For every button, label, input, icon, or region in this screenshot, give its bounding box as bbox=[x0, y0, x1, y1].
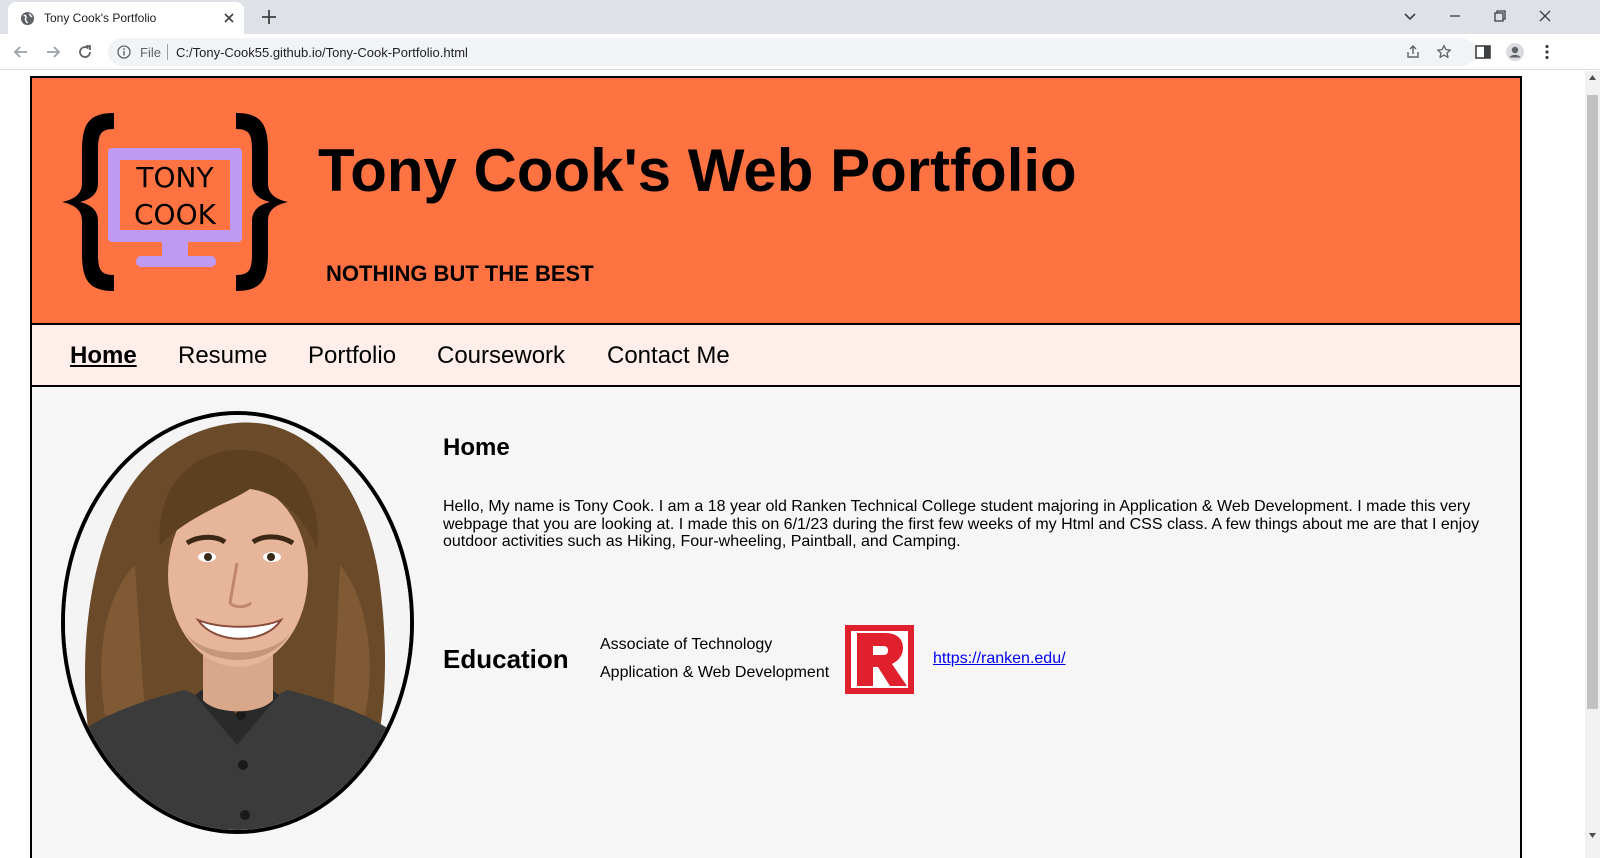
nav-contact-me[interactable]: Contact Me bbox=[607, 342, 730, 370]
site-logo: TONY COOK bbox=[62, 113, 288, 291]
url-text[interactable]: C:/Tony-Cook55.github.io/Tony-Cook-Portf… bbox=[176, 45, 468, 60]
bookmark-star-icon[interactable] bbox=[1436, 44, 1452, 60]
site-info-icon[interactable] bbox=[117, 45, 131, 59]
scrollbar-thumb[interactable] bbox=[1587, 95, 1598, 709]
address-bar[interactable]: File C:/Tony-Cook55.github.io/Tony-Cook-… bbox=[108, 38, 1476, 66]
side-panel-icon[interactable] bbox=[1473, 42, 1493, 62]
home-heading: Home bbox=[443, 434, 510, 461]
main-nav: Home Resume Portfolio Coursework Contact… bbox=[32, 325, 1520, 387]
back-icon[interactable] bbox=[11, 42, 31, 62]
page-container: TONY COOK Tony Cook's Web Portfolio NOTH… bbox=[30, 76, 1522, 858]
scroll-down-arrow-icon[interactable] bbox=[1589, 833, 1596, 838]
minimize-icon[interactable] bbox=[1445, 6, 1465, 26]
browser-tab[interactable]: Tony Cook's Portfolio bbox=[8, 2, 244, 34]
ranken-link[interactable]: https://ranken.edu/ bbox=[933, 650, 1066, 668]
profile-photo bbox=[61, 411, 414, 834]
restore-icon[interactable] bbox=[1490, 6, 1510, 26]
site-header: TONY COOK Tony Cook's Web Portfolio NOTH… bbox=[32, 78, 1520, 325]
globe-icon bbox=[20, 11, 35, 26]
nav-coursework[interactable]: Coursework bbox=[437, 342, 565, 370]
home-intro-text: Hello, My name is Tony Cook. I am a 18 y… bbox=[443, 498, 1480, 551]
forward-icon[interactable] bbox=[43, 42, 63, 62]
browser-menu-icon[interactable] bbox=[1537, 42, 1557, 62]
nav-portfolio[interactable]: Portfolio bbox=[308, 342, 396, 370]
tab-strip: Tony Cook's Portfolio bbox=[0, 0, 1600, 34]
profile-avatar-icon[interactable] bbox=[1505, 42, 1525, 62]
browser-toolbar: File C:/Tony-Cook55.github.io/Tony-Cook-… bbox=[0, 34, 1600, 70]
degree-text: Associate of Technology bbox=[600, 636, 773, 653]
vertical-scrollbar[interactable] bbox=[1585, 71, 1600, 858]
site-tagline: NOTHING BUT THE BEST bbox=[326, 261, 594, 286]
education-heading: Education bbox=[443, 644, 569, 674]
logo-text-first: TONY bbox=[135, 161, 214, 194]
program-text: Application & Web Development bbox=[600, 664, 830, 681]
nav-resume[interactable]: Resume bbox=[178, 342, 267, 370]
page-viewport: TONY COOK Tony Cook's Web Portfolio NOTH… bbox=[0, 71, 1585, 858]
close-window-icon[interactable] bbox=[1535, 6, 1555, 26]
close-tab-icon[interactable] bbox=[222, 11, 236, 25]
reload-icon[interactable] bbox=[75, 42, 95, 62]
tab-title: Tony Cook's Portfolio bbox=[44, 11, 157, 25]
tab-search-icon[interactable] bbox=[1400, 6, 1420, 26]
ranken-logo[interactable] bbox=[845, 625, 914, 694]
new-tab-icon[interactable] bbox=[260, 8, 278, 26]
share-icon[interactable] bbox=[1405, 44, 1421, 60]
address-separator bbox=[167, 44, 168, 60]
scroll-up-arrow-icon[interactable] bbox=[1589, 75, 1596, 80]
site-title: Tony Cook's Web Portfolio bbox=[318, 137, 1077, 204]
nav-home[interactable]: Home bbox=[70, 342, 137, 370]
file-scheme-label: File bbox=[140, 45, 161, 60]
logo-text-last: COOK bbox=[134, 198, 217, 231]
